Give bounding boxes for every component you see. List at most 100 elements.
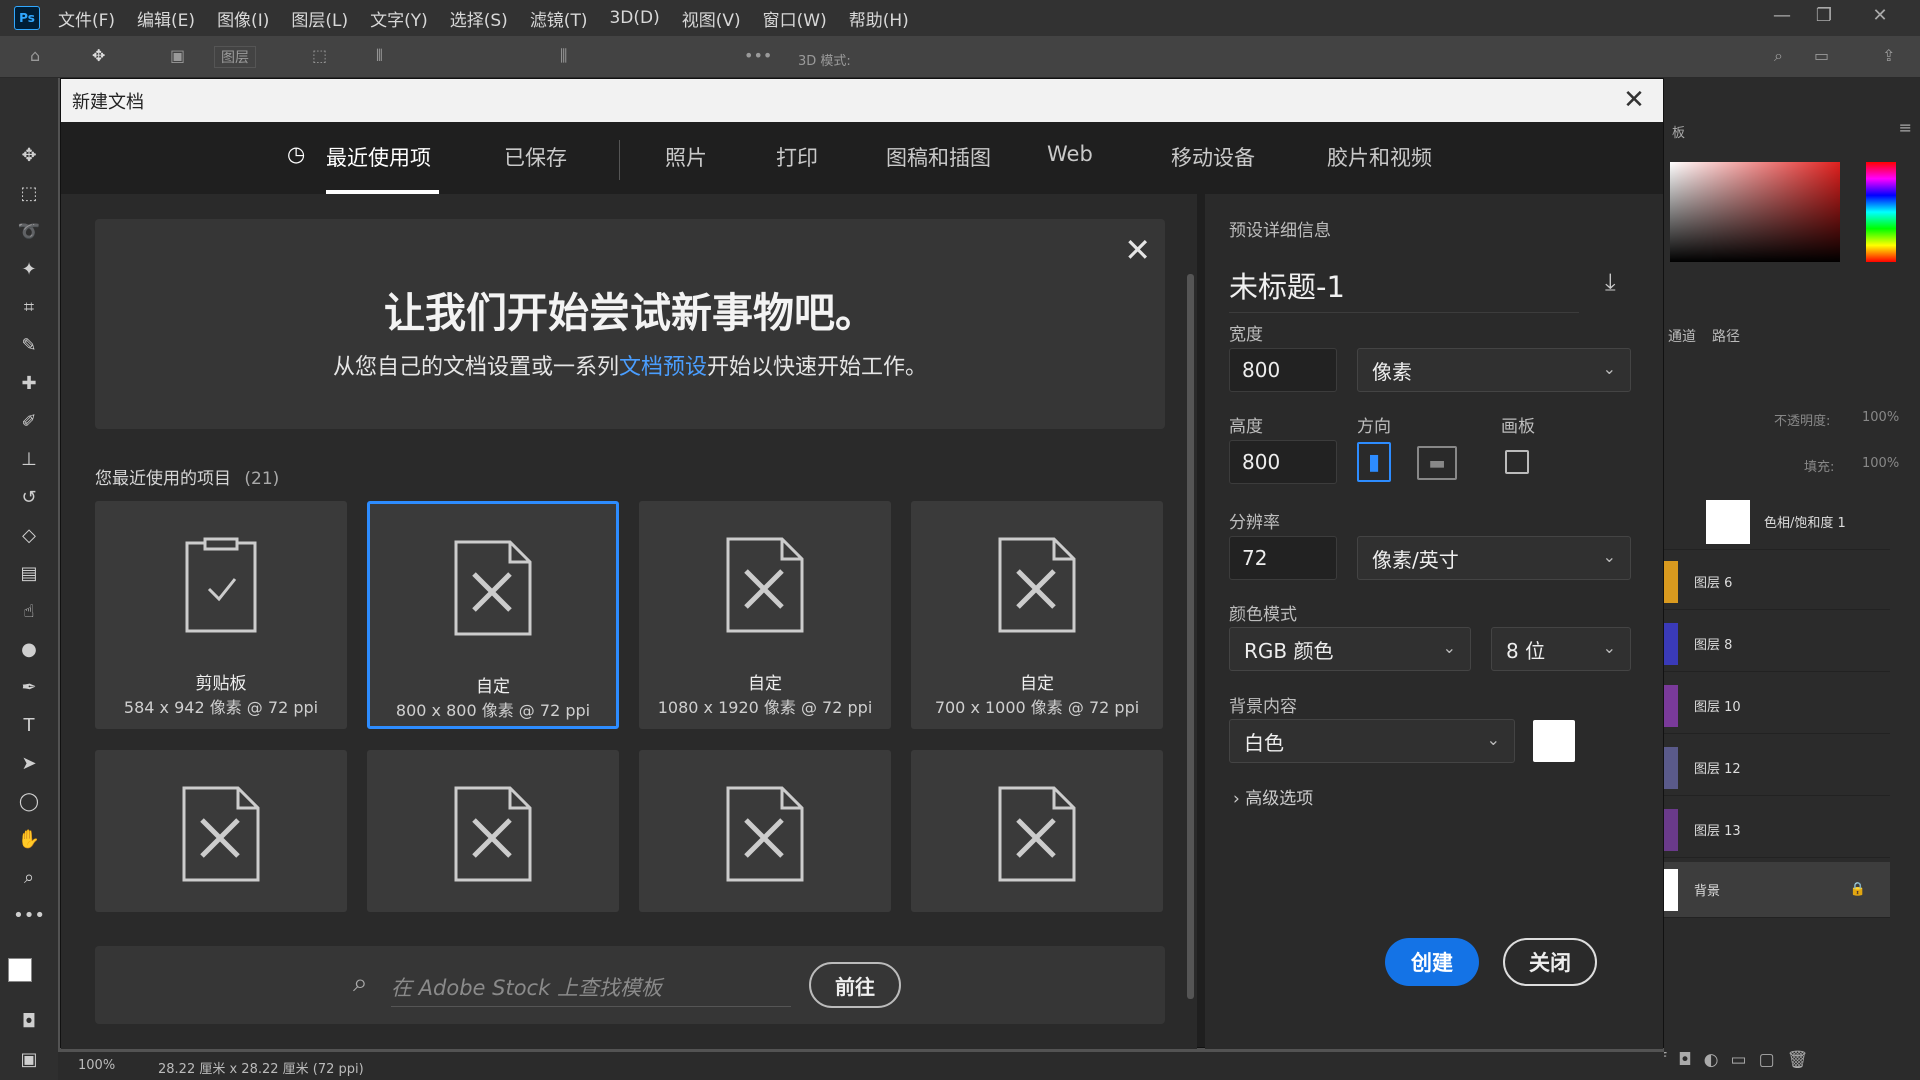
more-options-icon[interactable]: •••: [744, 46, 772, 65]
tab-paths[interactable]: 路径: [1712, 326, 1740, 346]
artboard-checkbox[interactable]: [1505, 450, 1529, 474]
zoom-level[interactable]: 100%: [78, 1058, 115, 1073]
menu-layer[interactable]: 图层(L): [291, 6, 348, 31]
presets-scrollbar[interactable]: [1187, 274, 1194, 999]
menu-help[interactable]: 帮助(H): [849, 6, 909, 31]
create-button[interactable]: 创建: [1385, 938, 1479, 986]
bit-depth-dropdown[interactable]: 8 位 ⌄: [1491, 627, 1631, 671]
dialog-close-icon[interactable]: ✕: [1619, 85, 1649, 115]
auto-select-icon[interactable]: ▣: [170, 46, 185, 65]
tab-photo[interactable]: 照片: [665, 142, 707, 172]
layer-row[interactable]: 图层 8: [1664, 616, 1890, 672]
menu-view[interactable]: 视图(V): [682, 6, 741, 31]
recent-card-custom[interactable]: [639, 750, 891, 912]
recent-card-custom[interactable]: [367, 750, 619, 912]
layer-row[interactable]: 图层 6: [1664, 554, 1890, 610]
hue-slider[interactable]: [1866, 162, 1896, 262]
tab-recent[interactable]: 最近使用项: [326, 142, 431, 172]
window-close-icon[interactable]: ✕: [1858, 0, 1902, 30]
smudge-tool-icon[interactable]: ☝: [14, 598, 44, 624]
ellipse-tool-icon[interactable]: ◯: [14, 788, 44, 814]
stock-go-button[interactable]: 前往: [809, 962, 901, 1008]
layer-row[interactable]: 图层 13: [1664, 802, 1890, 858]
share-icon[interactable]: ⇪: [1882, 46, 1895, 65]
move-tool-icon[interactable]: ✥: [14, 142, 44, 168]
fill-value[interactable]: 100%: [1862, 456, 1899, 471]
opacity-value[interactable]: 100%: [1862, 410, 1899, 425]
menu-edit[interactable]: 编辑(E): [137, 6, 195, 31]
background-color-swatch[interactable]: [1533, 720, 1575, 762]
advanced-options-toggle[interactable]: › 高级选项: [1233, 784, 1313, 809]
marquee-tool-icon[interactable]: ⬚: [14, 180, 44, 206]
tab-print[interactable]: 打印: [776, 142, 818, 172]
zoom-tool-icon[interactable]: ⌕: [14, 864, 44, 890]
lasso-tool-icon[interactable]: ➰: [14, 218, 44, 244]
transform-controls-icon[interactable]: ⬚: [312, 46, 327, 65]
recent-card-custom[interactable]: 自定 700 x 1000 像素 @ 72 ppi: [911, 501, 1163, 729]
distribute-icon[interactable]: ⫼: [560, 46, 567, 66]
menu-filter[interactable]: 滤镜(T): [530, 6, 588, 31]
tab-channels[interactable]: 通道: [1668, 326, 1696, 346]
tab-web[interactable]: Web: [1047, 142, 1093, 166]
hand-tool-icon[interactable]: ✋: [14, 826, 44, 852]
pen-tool-icon[interactable]: ✒: [14, 674, 44, 700]
tab-saved[interactable]: 已保存: [504, 142, 567, 172]
stamp-tool-icon[interactable]: ⊥: [14, 446, 44, 472]
screen-mode-icon[interactable]: ▣: [14, 1046, 44, 1072]
recent-card-custom-selected[interactable]: 自定 800 x 800 像素 @ 72 ppi: [367, 501, 619, 729]
menu-3d[interactable]: 3D(D): [609, 8, 659, 28]
portrait-orientation-icon[interactable]: ▮: [1357, 442, 1391, 482]
close-button[interactable]: 关闭: [1503, 938, 1597, 986]
home-icon[interactable]: ⌂: [30, 46, 40, 65]
menu-window[interactable]: 窗口(W): [763, 6, 827, 31]
save-preset-icon[interactable]: ⤓: [1605, 268, 1616, 296]
recent-card-custom[interactable]: [911, 750, 1163, 912]
recent-card-custom[interactable]: 自定 1080 x 1920 像素 @ 72 ppi: [639, 501, 891, 729]
dodge-tool-icon[interactable]: ●: [14, 636, 44, 662]
layer-row[interactable]: 图层 12: [1664, 740, 1890, 796]
panel-menu-icon[interactable]: ≡: [1899, 118, 1912, 137]
stock-search-input[interactable]: 在 Adobe Stock 上查找模板: [391, 972, 791, 1007]
align-icon[interactable]: ⫴: [376, 46, 383, 66]
layer-select-dropdown[interactable]: 图层: [214, 46, 256, 68]
move-tool-icon[interactable]: ✥: [92, 46, 105, 65]
tab-film-video[interactable]: 胶片和视频: [1327, 142, 1432, 172]
width-unit-dropdown[interactable]: 像素 ⌄: [1357, 348, 1631, 392]
workspace-icon[interactable]: ▭: [1814, 46, 1829, 65]
resolution-unit-dropdown[interactable]: 像素/英寸 ⌄: [1357, 536, 1631, 580]
path-select-icon[interactable]: ➤: [14, 750, 44, 776]
search-icon[interactable]: ⌕: [1774, 46, 1783, 66]
tab-art-illustration[interactable]: 图稿和插图: [886, 142, 991, 172]
gradient-tool-icon[interactable]: ▤: [14, 560, 44, 586]
recent-card-custom[interactable]: [95, 750, 347, 912]
history-brush-icon[interactable]: ↺: [14, 484, 44, 510]
restore-icon[interactable]: ❐: [1802, 0, 1846, 30]
menu-file[interactable]: 文件(F): [58, 6, 115, 31]
minimize-icon[interactable]: —: [1760, 0, 1804, 30]
background-contents-dropdown[interactable]: 白色 ⌄: [1229, 719, 1515, 763]
layer-row[interactable]: 背景 🔒: [1664, 862, 1890, 918]
color-mode-dropdown[interactable]: RGB 颜色 ⌄: [1229, 627, 1471, 671]
height-input[interactable]: 800: [1229, 440, 1337, 484]
menu-select[interactable]: 选择(S): [450, 6, 508, 31]
foreground-color-swatch[interactable]: [8, 958, 32, 982]
tab-mobile[interactable]: 移动设备: [1171, 142, 1255, 172]
width-input[interactable]: 800: [1229, 348, 1337, 392]
landscape-orientation-icon[interactable]: ▬: [1417, 446, 1457, 480]
type-tool-icon[interactable]: T: [14, 712, 44, 738]
menu-type[interactable]: 文字(Y): [370, 6, 428, 31]
healing-brush-icon[interactable]: ✚: [14, 370, 44, 396]
recent-card-clipboard[interactable]: 剪贴板 584 x 942 像素 @ 72 ppi: [95, 501, 347, 729]
welcome-close-icon[interactable]: ✕: [1124, 231, 1151, 269]
quick-mask-icon[interactable]: ◘: [14, 1008, 44, 1034]
eyedropper-icon[interactable]: ✎: [14, 332, 44, 358]
eraser-tool-icon[interactable]: ◇: [14, 522, 44, 548]
brush-tool-icon[interactable]: ✐: [14, 408, 44, 434]
more-tools-icon[interactable]: •••: [13, 902, 45, 928]
crop-tool-icon[interactable]: ⌗: [14, 294, 44, 320]
resolution-input[interactable]: 72: [1229, 536, 1337, 580]
menu-image[interactable]: 图像(I): [217, 6, 269, 31]
magic-wand-icon[interactable]: ✦: [14, 256, 44, 282]
layer-row[interactable]: 图层 10: [1664, 678, 1890, 734]
layer-row[interactable]: 色相/饱和度 1: [1664, 494, 1890, 550]
